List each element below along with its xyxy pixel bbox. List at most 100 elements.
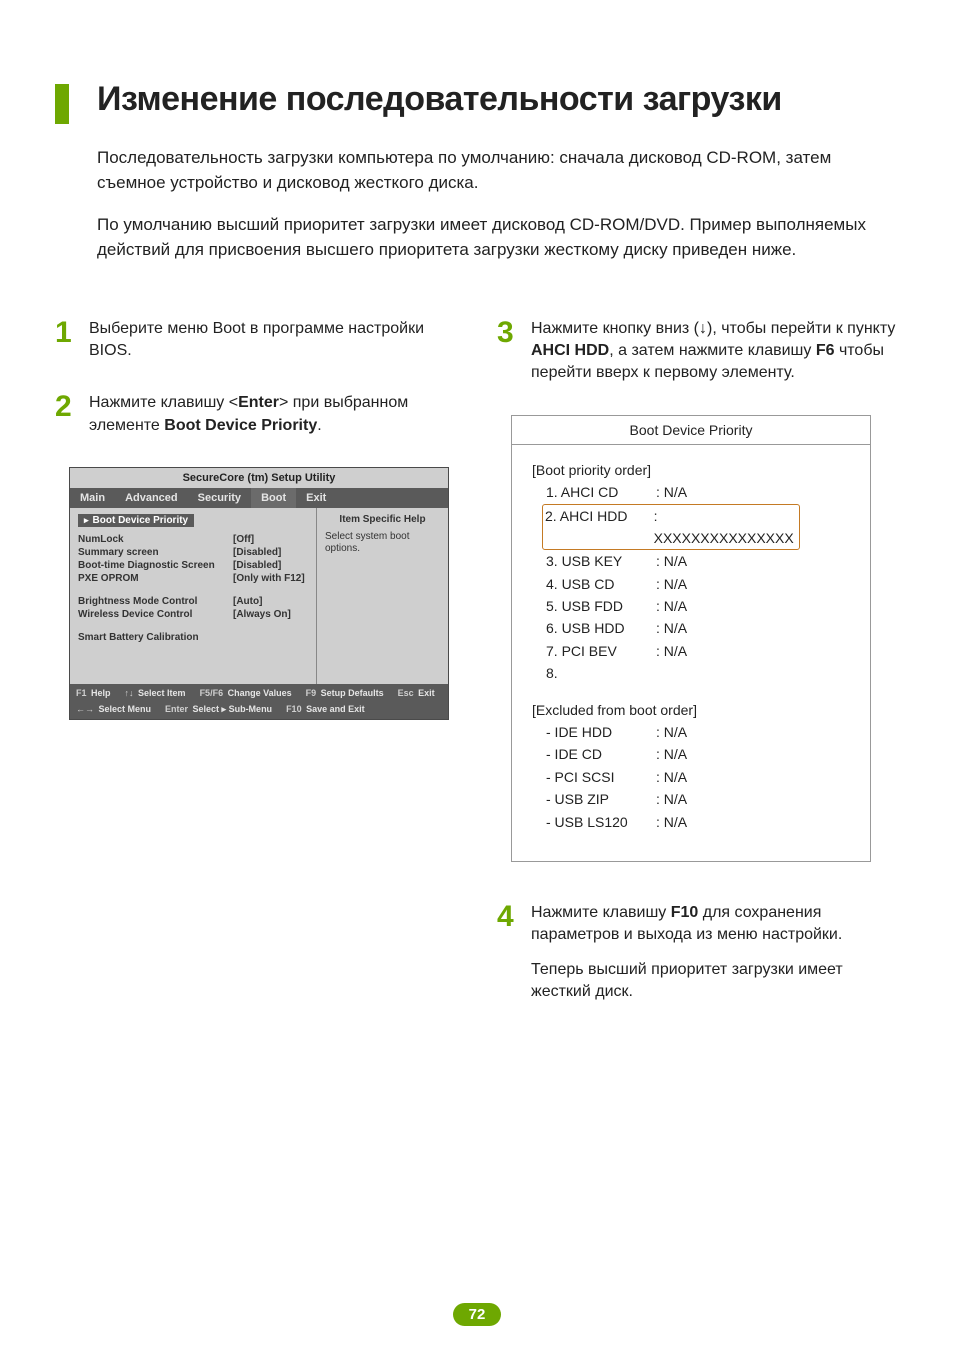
intro-paragraph-2: По умолчанию высший приоритет загрузки и…	[97, 213, 899, 262]
bios-left-pane: Boot Device Priority NumLock[Off]Summary…	[70, 508, 317, 684]
bios-setting-value: [Off]	[233, 533, 254, 546]
step-3: 3 Нажмите кнопку вниз (↓), чтобы перейти…	[497, 318, 899, 385]
bios-footer-key: Esc	[398, 688, 414, 698]
excluded-value: : N/A	[656, 811, 687, 833]
step-text: Нажмите клавишу <Enter> при выбранном эл…	[89, 392, 457, 437]
priority-label: 7. PCI BEV	[546, 640, 656, 662]
priority-row: 1. AHCI CD: N/A	[546, 481, 850, 503]
bios-menu-security: Security	[188, 488, 251, 508]
excluded-row: - USB LS120: N/A	[546, 811, 850, 833]
text: Нажмите клавишу	[531, 904, 671, 921]
excluded-value: : N/A	[656, 788, 687, 810]
bios-setting-value: [Always On]	[233, 608, 291, 621]
heading-accent	[55, 84, 69, 124]
page-title: Изменение последовательности загрузки	[97, 80, 782, 119]
priority-row-selected: 2. AHCI HDD: XXXXXXXXXXXXXXX	[542, 504, 800, 551]
text: , а затем нажмите клавишу	[609, 342, 816, 359]
panel-title: Boot Device Priority	[512, 416, 870, 445]
text: Нажмите кнопку вниз (↓), чтобы перейти к…	[531, 320, 895, 337]
priority-value: : N/A	[656, 573, 687, 595]
bold: F6	[816, 342, 835, 359]
page-number-wrap: 72	[0, 1303, 954, 1326]
text: .	[317, 417, 321, 434]
key-enter: Enter	[238, 394, 279, 411]
excluded-label: - IDE HDD	[546, 721, 656, 743]
excluded-row: - IDE HDD: N/A	[546, 721, 850, 743]
bios-setting-row: Boot-time Diagnostic Screen[Disabled]	[78, 559, 308, 572]
bios-footer-key: F1	[76, 688, 87, 698]
step-number: 2	[55, 392, 89, 437]
bios-footer-key: F9	[306, 688, 317, 698]
bios-setting-row: PXE OPROM[Only with F12]	[78, 572, 308, 585]
text: Нажмите клавишу <	[89, 394, 238, 411]
step-number: 1	[55, 318, 89, 363]
step-text: Нажмите кнопку вниз (↓), чтобы перейти к…	[531, 318, 899, 385]
priority-row: 7. PCI BEV: N/A	[546, 640, 850, 662]
bios-setting-row: Summary screen[Disabled]	[78, 546, 308, 559]
intro-paragraph-1: Последовательность загрузки компьютера п…	[97, 146, 899, 195]
bios-setting-row: Brightness Mode Control[Auto]	[78, 595, 308, 608]
priority-label: 5. USB FDD	[546, 595, 656, 617]
priority-value: : N/A	[656, 617, 687, 639]
excluded-label: - PCI SCSI	[546, 766, 656, 788]
excluded-value: : N/A	[656, 721, 687, 743]
boot-priority-panel: Boot Device Priority [Boot priority orde…	[511, 415, 871, 862]
priority-value: : XXXXXXXXXXXXXXX	[654, 505, 797, 550]
bios-selected-item: Boot Device Priority	[78, 514, 194, 527]
priority-label: 6. USB HDD	[546, 617, 656, 639]
bios-setting-label: Smart Battery Calibration	[78, 631, 233, 644]
page-number: 72	[453, 1303, 502, 1326]
bios-footer-item: F1 Help	[76, 688, 111, 698]
excluded-row: - USB ZIP: N/A	[546, 788, 850, 810]
bios-help-pane: Item Specific Help Select system boot op…	[317, 508, 448, 684]
excluded-label: - IDE CD	[546, 743, 656, 765]
right-column: 3 Нажмите кнопку вниз (↓), чтобы перейти…	[497, 318, 899, 1034]
bios-setting-value: [Disabled]	[233, 559, 281, 572]
priority-label: 1. AHCI CD	[546, 481, 656, 503]
bios-menu-exit: Exit	[296, 488, 336, 508]
excluded-label: - USB LS120	[546, 811, 656, 833]
priority-row: 3. USB KEY: N/A	[546, 550, 850, 572]
bold: F10	[671, 904, 699, 921]
priority-row: 5. USB FDD: N/A	[546, 595, 850, 617]
bios-setting-row: NumLock[Off]	[78, 533, 308, 546]
bios-setting-label: Summary screen	[78, 546, 233, 559]
text: Теперь высший приоритет загрузки имеет ж…	[531, 961, 843, 1000]
step-2: 2 Нажмите клавишу <Enter> при выбранном …	[55, 392, 457, 437]
bios-setting-value: [Auto]	[233, 595, 262, 608]
bios-menu-main: Main	[70, 488, 115, 508]
bios-footer-item: Enter Select ▸ Sub-Menu	[165, 704, 272, 715]
bios-setting-row: Smart Battery Calibration	[78, 631, 308, 644]
bios-menu: Main Advanced Security Boot Exit	[70, 488, 448, 508]
step-text: Нажмите клавишу F10 для сохранения парам…	[531, 902, 899, 1004]
bios-help-title: Item Specific Help	[325, 514, 440, 525]
excluded-value: : N/A	[656, 743, 687, 765]
bios-help-text: Select system boot options.	[325, 531, 440, 555]
bios-setting-value: [Disabled]	[233, 546, 281, 559]
bios-setting-label: NumLock	[78, 533, 233, 546]
bios-footer-item: F5/F6 Change Values	[200, 688, 292, 698]
bios-footer-item: ←→ Select Menu	[76, 704, 151, 715]
excluded-value: : N/A	[656, 766, 687, 788]
step-4: 4 Нажмите клавишу F10 для сохранения пар…	[497, 902, 899, 1004]
bios-footer-key: ↑↓	[125, 688, 134, 698]
bios-menu-boot: Boot	[251, 488, 296, 508]
priority-row: 8.	[546, 662, 850, 684]
bios-footer-key: Enter	[165, 704, 188, 714]
bios-footer-item: F9 Setup Defaults	[306, 688, 384, 698]
bios-footer-key: F5/F6	[200, 688, 224, 698]
bios-footer-item: ↑↓ Select Item	[125, 688, 186, 698]
bios-title: SecureCore (tm) Setup Utility	[70, 468, 448, 488]
bios-footer-key: ←→	[76, 704, 94, 714]
excluded-label: - USB ZIP	[546, 788, 656, 810]
priority-label: 3. USB KEY	[546, 550, 656, 572]
bios-footer-item: Esc Exit	[398, 688, 435, 698]
bios-footer-item: F10 Save and Exit	[286, 704, 365, 715]
bios-setting-label: Wireless Device Control	[78, 608, 233, 621]
priority-label: 4. USB CD	[546, 573, 656, 595]
priority-value: : N/A	[656, 640, 687, 662]
left-column: 1 Выберите меню Boot в программе настрой…	[55, 318, 457, 1034]
bios-setting-row: Wireless Device Control[Always On]	[78, 608, 308, 621]
bold: Boot Device Priority	[164, 417, 317, 434]
step-1: 1 Выберите меню Boot в программе настрой…	[55, 318, 457, 363]
